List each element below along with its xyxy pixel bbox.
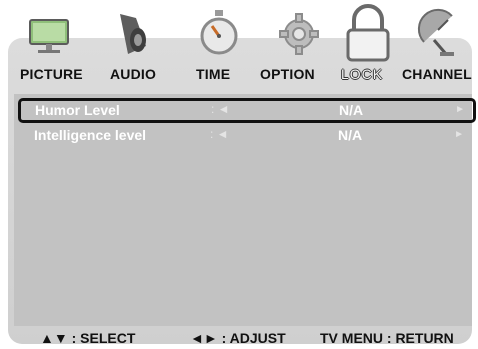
adjust-hint: ◄► : ADJUST — [190, 330, 286, 346]
setting-row-intelligence-level[interactable]: Intelligence level : ◄ N/A ► — [20, 126, 472, 146]
return-hint: TV MENU : RETURN — [320, 330, 454, 346]
satellite-dish-icon[interactable] — [412, 6, 466, 60]
stopwatch-icon[interactable] — [192, 6, 246, 60]
menu-tabs: PICTURE AUDIO TIME OPTION LOCK CHANNEL — [8, 66, 472, 90]
speaker-icon[interactable] — [106, 6, 160, 60]
settings-list: Humor Level : ◄ N/A ► Intelligence level… — [14, 94, 476, 326]
monitor-icon[interactable] — [22, 6, 76, 60]
tab-time[interactable]: TIME — [196, 66, 230, 82]
setting-value: N/A — [339, 102, 364, 118]
tab-lock[interactable]: LOCK — [341, 66, 383, 82]
setting-value: N/A — [338, 127, 363, 143]
menu-icon-bar — [8, 0, 470, 66]
tab-option[interactable]: OPTION — [260, 66, 315, 82]
setting-label: Humor Level — [35, 102, 120, 118]
tab-audio[interactable]: AUDIO — [110, 66, 156, 82]
tab-channel[interactable]: CHANNEL — [402, 66, 472, 82]
setting-label: Intelligence level — [34, 127, 147, 143]
right-arrow-icon[interactable]: ► — [454, 129, 464, 140]
left-arrow-icon[interactable]: : ◄ — [211, 102, 230, 116]
footer-hints: ▲▼ : SELECT ◄► : ADJUST TV MENU : RETURN — [14, 330, 472, 348]
left-arrow-icon[interactable]: : ◄ — [210, 127, 229, 141]
tab-picture[interactable]: PICTURE — [20, 66, 83, 82]
padlock-icon[interactable] — [338, 2, 398, 66]
gear-icon[interactable] — [272, 6, 326, 60]
right-arrow-icon[interactable]: ► — [455, 104, 465, 115]
setting-row-humor-level[interactable]: Humor Level : ◄ N/A ► — [18, 98, 476, 123]
select-hint: ▲▼ : SELECT — [40, 330, 136, 346]
